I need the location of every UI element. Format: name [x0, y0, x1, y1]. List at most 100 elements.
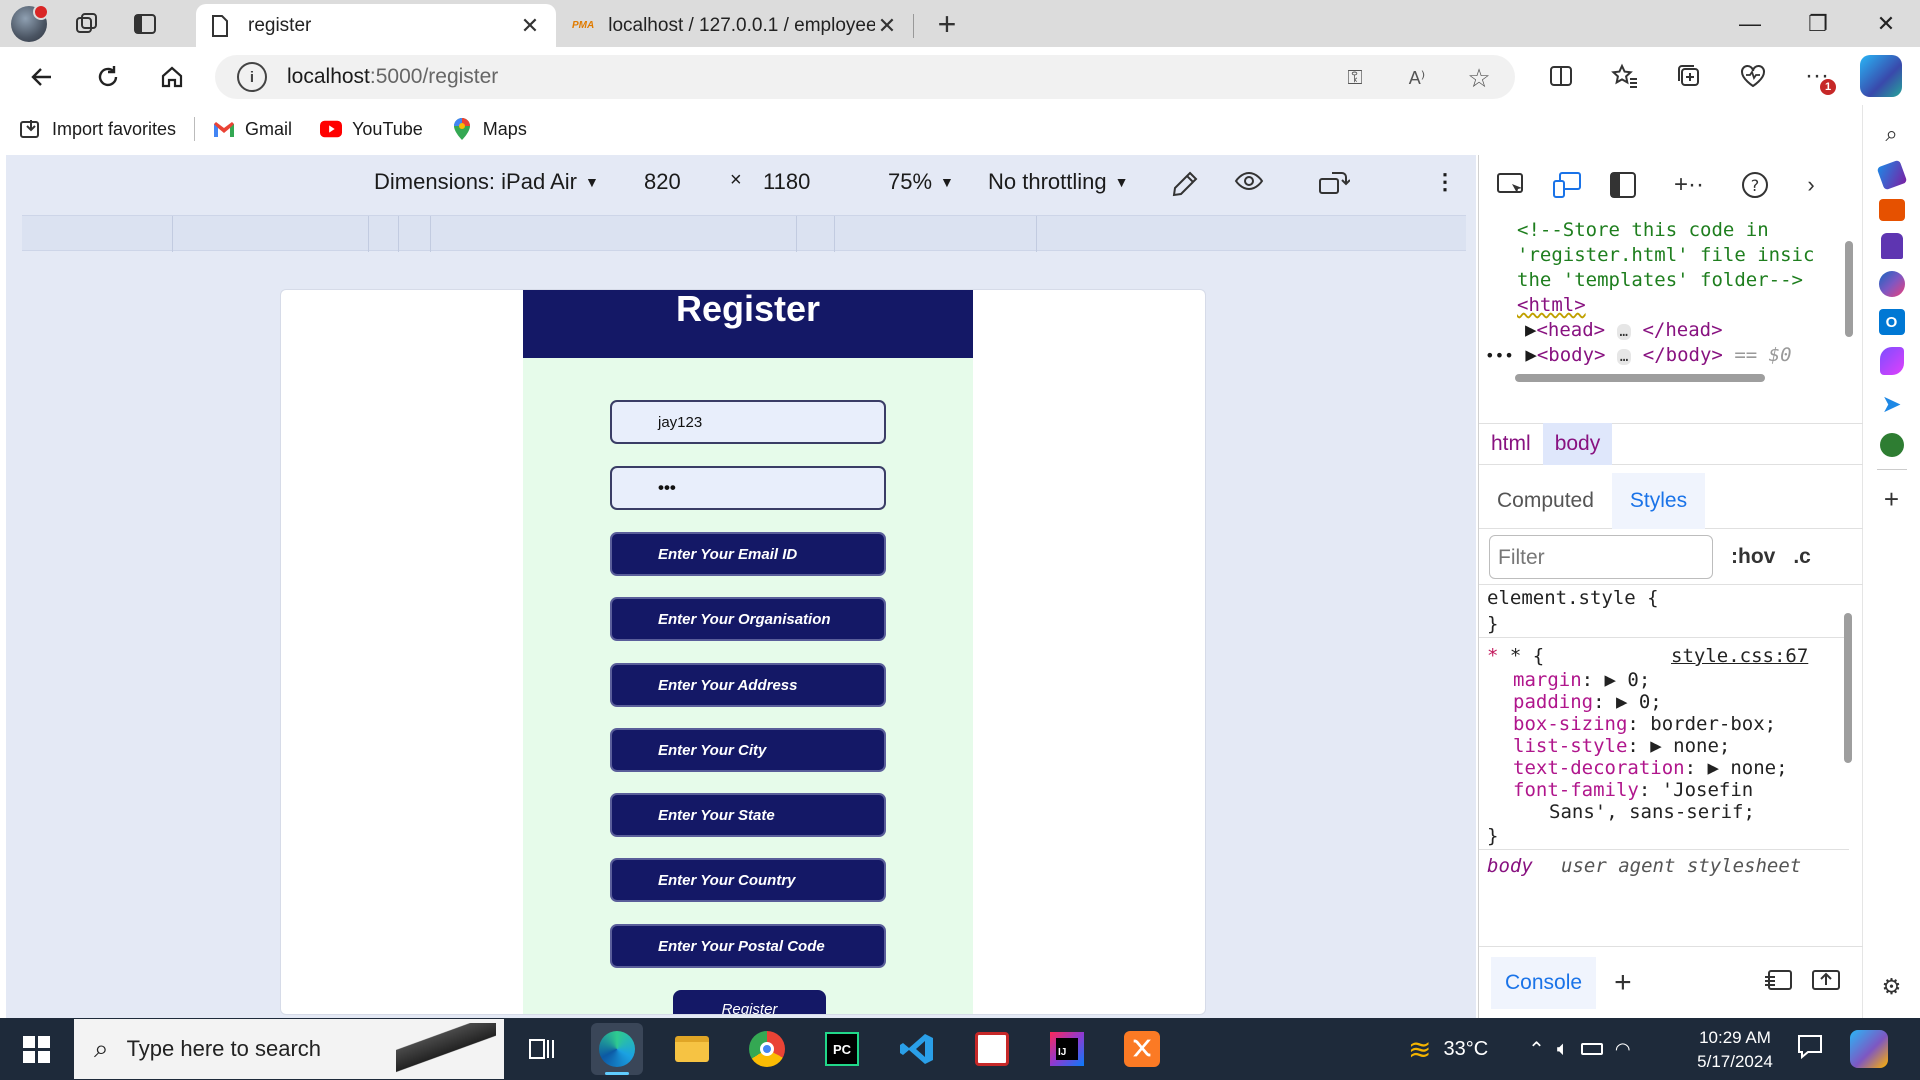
tab-actions-icon[interactable] [126, 6, 164, 42]
drawer-expand-icon[interactable] [1811, 967, 1841, 998]
hover-state-toggle[interactable]: :hov [1731, 545, 1775, 569]
ua-selector[interactable]: body [1487, 855, 1533, 877]
microsoft-365-icon[interactable] [1878, 271, 1905, 297]
refresh-button[interactable] [88, 57, 128, 97]
red-app-icon[interactable] [966, 1023, 1018, 1075]
start-button[interactable] [14, 1032, 58, 1066]
workspaces-icon[interactable] [68, 6, 106, 42]
wifi-icon[interactable]: ◠ [1615, 1039, 1631, 1060]
tab-styles[interactable]: Styles [1611, 472, 1706, 529]
state-input[interactable]: Enter Your State [610, 793, 886, 837]
css-declaration[interactable]: text-decoration: ▶ none; [1513, 757, 1788, 779]
dom-head-node[interactable]: ▶<head> … </head> [1525, 319, 1723, 341]
back-button[interactable] [22, 57, 62, 97]
scrollbar-thumb[interactable] [1844, 613, 1852, 763]
tree-icon[interactable] [1879, 433, 1904, 457]
rotate-device-icon[interactable] [1318, 169, 1350, 197]
edge-taskbar-icon[interactable] [591, 1023, 643, 1075]
class-toggle[interactable]: .c [1793, 545, 1811, 569]
crumb-html[interactable]: html [1479, 423, 1543, 465]
dom-html-node[interactable]: <html> [1517, 294, 1586, 316]
show-hidden-icons-chevron-icon[interactable]: ⌃ [1528, 1037, 1545, 1062]
postal-code-input[interactable]: Enter Your Postal Code [610, 924, 886, 968]
city-input[interactable]: Enter Your City [610, 728, 886, 772]
eyedropper-icon[interactable] [1170, 169, 1200, 199]
universal-selector[interactable]: * * { [1487, 645, 1544, 667]
styles-scrollbar[interactable] [1842, 593, 1854, 923]
close-window-button[interactable]: ✕ [1852, 0, 1920, 47]
profile-button[interactable] [10, 4, 49, 42]
zoom-select[interactable]: 75% ▼ [888, 169, 954, 195]
chevron-right-icon[interactable]: › [1793, 167, 1829, 203]
country-input[interactable]: Enter Your Country [610, 858, 886, 902]
scrollbar-thumb[interactable] [1845, 241, 1853, 337]
customize-sidebar-icon[interactable]: ⚙ [1875, 970, 1909, 1004]
crumb-body[interactable]: body [1542, 423, 1613, 465]
tab-computed[interactable]: Computed [1479, 473, 1612, 529]
address-input[interactable]: Enter Your Address [610, 663, 886, 707]
help-icon[interactable]: ? [1737, 167, 1773, 203]
copilot-taskbar-icon[interactable] [1850, 1030, 1888, 1068]
css-declaration[interactable]: list-style: ▶ none; [1513, 735, 1730, 757]
weather-icon[interactable]: ≋ [1408, 1033, 1431, 1066]
restore-button[interactable]: ❐ [1784, 0, 1852, 47]
scrollbar-thumb[interactable] [1515, 374, 1765, 382]
outlook-icon[interactable]: O [1878, 309, 1905, 335]
username-input[interactable]: jay123 [610, 400, 886, 444]
favorite-star-icon[interactable]: ☆ [1463, 62, 1495, 94]
register-submit-button[interactable]: Register [673, 990, 826, 1014]
css-declaration[interactable]: box-sizing: border-box; [1513, 713, 1776, 735]
file-explorer-icon[interactable] [666, 1023, 718, 1075]
task-view-icon[interactable] [516, 1023, 568, 1075]
throttling-select[interactable]: No throttling ▼ [988, 169, 1128, 195]
style-source-link[interactable]: style.css:67 [1671, 645, 1808, 667]
read-aloud-icon[interactable]: A⁾ [1401, 62, 1433, 94]
chrome-taskbar-icon[interactable] [741, 1023, 793, 1075]
tab-close-icon[interactable]: ✕ [875, 13, 899, 39]
shopping-tag-icon[interactable] [1876, 159, 1907, 191]
favorite-youtube[interactable]: YouTube [320, 118, 423, 140]
battery-icon[interactable] [1580, 1043, 1603, 1055]
expand-triangle-icon[interactable]: ▶ [1525, 319, 1536, 341]
add-drawer-tab-icon[interactable]: + [1614, 966, 1632, 1000]
taskbar-clock[interactable]: 10:29 AM 5/17/2024 [1680, 1026, 1790, 1074]
password-key-icon[interactable]: ⚿ [1339, 62, 1371, 94]
dock-side-icon[interactable] [1605, 167, 1641, 203]
dom-row-more-icon[interactable]: ••• [1485, 346, 1514, 365]
device-height-input[interactable]: 1180 [763, 169, 810, 195]
drawer-dock-icon[interactable] [1763, 967, 1793, 998]
browser-essentials-icon[interactable] [1732, 55, 1774, 97]
xampp-icon[interactable]: ᙭ [1116, 1023, 1168, 1075]
address-bar[interactable]: i localhost:5000/register ⚿ A⁾ ☆ [215, 55, 1515, 99]
search-icon[interactable]: ⌕ [1875, 117, 1909, 151]
favorite-maps[interactable]: Maps [451, 118, 527, 140]
intellij-icon[interactable]: IJ [1041, 1023, 1093, 1075]
device-toolbar-toggle-icon[interactable] [1549, 167, 1585, 203]
tab-close-icon[interactable]: ✕ [518, 13, 542, 39]
organisation-input[interactable]: Enter Your Organisation [610, 597, 886, 641]
split-screen-icon[interactable] [1540, 55, 1582, 97]
url-text[interactable]: localhost:5000/register [287, 65, 498, 89]
email-input[interactable]: Enter Your Email ID [610, 532, 886, 576]
notification-center-icon[interactable] [1792, 1033, 1828, 1065]
css-declaration[interactable]: margin: ▶ 0; [1513, 669, 1650, 691]
pycharm-icon[interactable]: PC [816, 1023, 868, 1075]
vision-deficiency-icon[interactable] [1234, 169, 1264, 193]
device-dimensions-select[interactable]: Dimensions: iPad Air ▼ [374, 169, 599, 195]
dom-horizontal-scrollbar[interactable] [1497, 371, 1827, 385]
device-width-input[interactable]: 820 [644, 169, 681, 195]
favorite-import[interactable]: Import favorites [20, 118, 176, 140]
temperature[interactable]: 33°C [1443, 1038, 1488, 1061]
send-icon[interactable]: ➤ [1875, 387, 1909, 421]
site-info-icon[interactable]: i [237, 62, 267, 92]
tab-console[interactable]: Console [1491, 956, 1597, 1009]
vscode-icon[interactable] [891, 1023, 943, 1075]
volume-icon[interactable]: 🔈︎ [1557, 1038, 1569, 1061]
device-toolbar-more-icon[interactable]: ⋮ [1434, 169, 1456, 195]
tools-icon[interactable] [1878, 199, 1905, 221]
element-style-selector[interactable]: element.style { [1487, 587, 1659, 609]
add-sidebar-app-icon[interactable]: + [1875, 482, 1909, 516]
more-tools-icon[interactable]: +·· [1661, 167, 1717, 203]
new-tab-button[interactable]: + [930, 8, 964, 40]
css-declaration[interactable]: padding: ▶ 0; [1513, 691, 1662, 713]
